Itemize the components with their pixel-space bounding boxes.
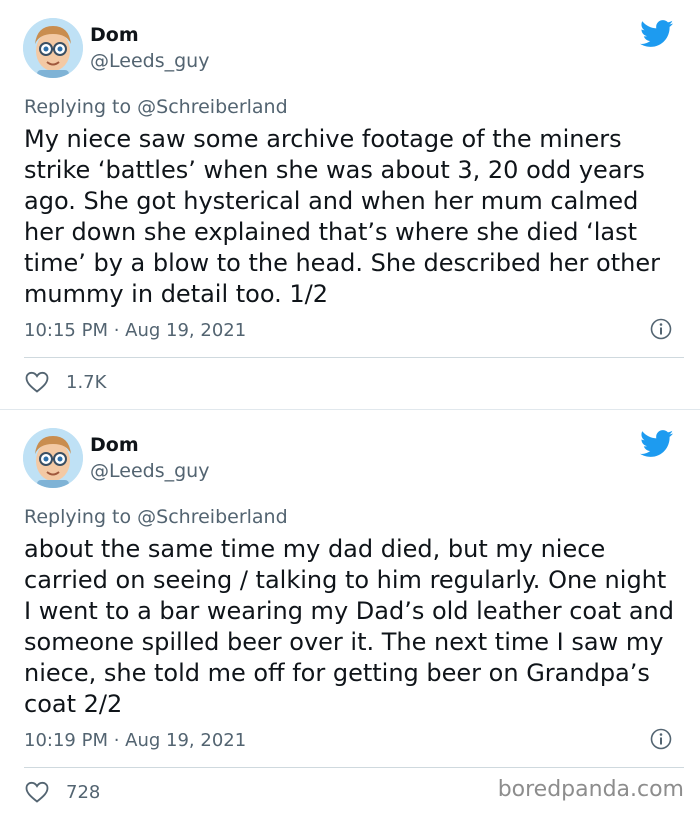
avatar[interactable] — [23, 428, 83, 488]
heart-icon — [25, 781, 49, 803]
tweet-timestamp[interactable]: 10:19 PM · Aug 19, 2021 — [24, 730, 246, 751]
like-count: 1.7K — [66, 371, 107, 393]
twitter-bird-icon[interactable] — [640, 20, 674, 48]
like-button[interactable]: 1.7K — [24, 370, 106, 394]
tweet-timestamp[interactable]: 10:15 PM · Aug 19, 2021 — [24, 320, 246, 341]
twitter-bird-icon[interactable] — [640, 430, 674, 458]
divider — [24, 357, 684, 358]
tweet-text: about the same time my dad died, but my … — [24, 535, 674, 718]
avatar[interactable] — [23, 18, 83, 78]
replying-to-label: Replying to @Schreiberland — [24, 96, 288, 118]
memoji-avatar-icon — [23, 18, 83, 78]
tweet-card[interactable]: Dom @Leeds_guy Replying to @Schreiberlan… — [0, 410, 700, 820]
tweet-card[interactable]: Dom @Leeds_guy Replying to @Schreiberlan… — [0, 0, 700, 410]
memoji-avatar-icon — [23, 428, 83, 488]
tweet-text: My niece saw some archive footage of the… — [24, 125, 660, 308]
info-icon[interactable] — [650, 728, 672, 750]
user-handle[interactable]: @Leeds_guy — [90, 50, 209, 72]
like-button[interactable]: 728 — [24, 780, 100, 804]
display-name[interactable]: Dom — [90, 24, 139, 46]
watermark: boredpanda.com — [497, 777, 684, 802]
heart-icon — [25, 371, 49, 393]
display-name[interactable]: Dom — [90, 434, 139, 456]
info-icon[interactable] — [650, 318, 672, 340]
user-handle[interactable]: @Leeds_guy — [90, 460, 209, 482]
replying-to-label: Replying to @Schreiberland — [24, 506, 288, 528]
like-count: 728 — [66, 781, 101, 803]
divider — [24, 767, 684, 768]
